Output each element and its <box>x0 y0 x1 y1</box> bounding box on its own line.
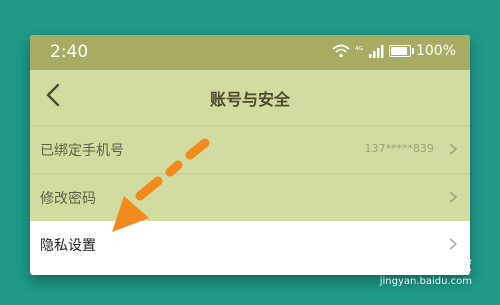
status-time: 2:40 <box>50 42 89 62</box>
wifi-icon <box>332 44 350 58</box>
chevron-right-icon <box>449 238 458 250</box>
chevron-right-icon <box>449 191 458 203</box>
watermark: Bai 经验 jingyan.baidu.com <box>380 250 472 287</box>
status-icons: ⁴ᴳ 100% <box>332 43 456 59</box>
app-bar: 账号与安全 <box>30 70 470 125</box>
row-label: 隐私设置 <box>40 238 96 254</box>
watermark-site: jingyan.baidu.com <box>379 276 472 287</box>
row-value: 137*****839 <box>364 142 435 155</box>
row-label: 已绑定手机号 <box>40 143 124 159</box>
battery-icon <box>388 45 414 57</box>
network-type-label: ⁴ᴳ <box>354 46 363 56</box>
watermark-brand: Bai 经验 <box>394 254 472 275</box>
chevron-right-icon <box>449 143 458 155</box>
row-change-password[interactable]: 修改密码 <box>30 173 470 222</box>
row-label: 修改密码 <box>40 191 96 207</box>
phone-screen: 2:40 ⁴ᴳ 100% 账号与安全 已绑定手机号 137*****839 修改… <box>30 35 470 275</box>
battery-percent: 100% <box>415 43 456 59</box>
status-bar: 2:40 ⁴ᴳ 100% <box>30 35 470 70</box>
row-bound-phone[interactable]: 已绑定手机号 137*****839 <box>30 125 470 174</box>
signal-icon <box>368 44 384 58</box>
page-title: 账号与安全 <box>209 90 290 109</box>
